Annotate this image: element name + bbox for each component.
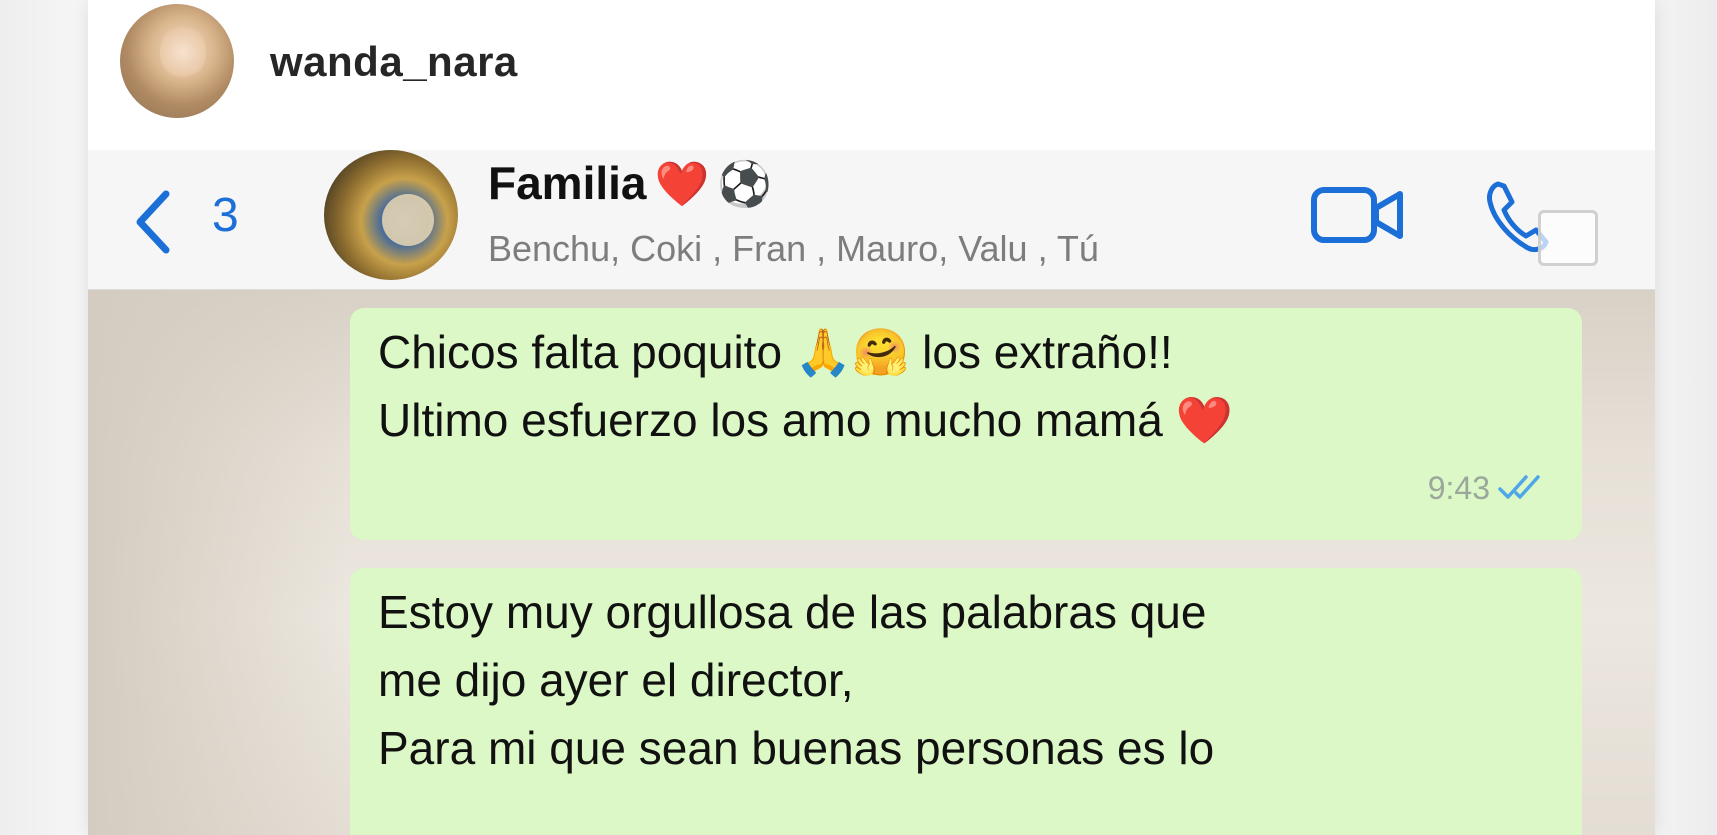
message-meta: 9:43 [1428, 454, 1552, 522]
double-check-icon [1498, 475, 1540, 499]
message-text: Estoy muy orgullosa de las palabras que … [378, 586, 1215, 774]
story-header: wanda_nara [88, 0, 1655, 150]
unread-count[interactable]: 3 [212, 188, 239, 243]
message-bubble[interactable]: Chicos falta poquito 🙏🤗 los extraño!! Ul… [350, 308, 1582, 540]
chevron-left-icon[interactable] [128, 182, 178, 262]
video-camera-icon[interactable] [1308, 180, 1408, 250]
story-username[interactable]: wanda_nara [270, 38, 518, 86]
message-bubble[interactable]: Estoy muy orgullosa de las palabras que … [350, 568, 1582, 835]
group-name: Familia [488, 157, 647, 209]
message-text: Chicos falta poquito 🙏🤗 los extraño!! Ul… [378, 326, 1233, 446]
story-card: wanda_nara 3 Familia ❤️ ⚽ Benchu, Coki , F… [88, 0, 1655, 835]
soccer-ball-emoji: ⚽ [717, 160, 773, 209]
group-members: Benchu, Coki , Fran , Mauro, Valu , Tú [488, 228, 1099, 269]
chat-area: Chicos falta poquito 🙏🤗 los extraño!! Ul… [88, 290, 1655, 835]
group-avatar[interactable] [324, 150, 458, 280]
story-avatar[interactable] [120, 4, 234, 118]
heart-emoji: ❤️ [654, 160, 710, 209]
group-title[interactable]: Familia ❤️ ⚽ [488, 156, 772, 210]
message-time: 9:43 [1427, 470, 1490, 506]
chat-header: 3 Familia ❤️ ⚽ Benchu, Coki , Fran , Mauro… [88, 150, 1655, 290]
overlay-widget [1538, 210, 1598, 266]
